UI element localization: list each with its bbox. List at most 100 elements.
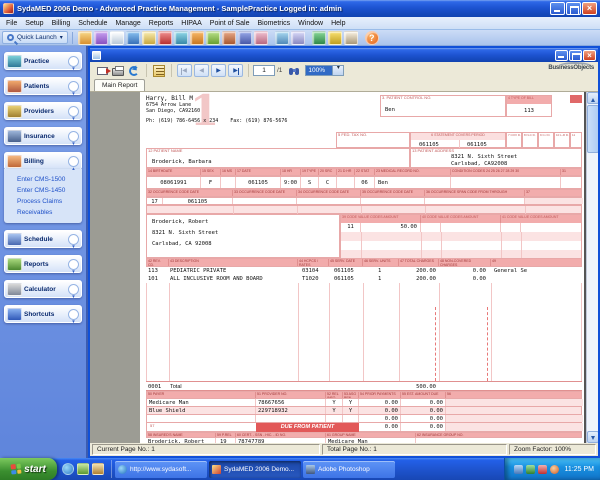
task-button-photoshop[interactable]: Adobe Photoshop [303,461,395,478]
sidebar-item-practice[interactable]: Practice [4,52,82,70]
scroll-up-button[interactable] [587,92,598,104]
menu-item-schedule[interactable]: Schedule [74,20,111,27]
ie-quicklaunch-icon[interactable] [62,463,74,475]
menu-item-point-of-sale[interactable]: Point of Sale [206,20,254,27]
toolbar-separator [171,64,172,77]
chevron-down-icon[interactable] [68,106,79,117]
column-header: 56 [446,392,583,398]
restore-button[interactable] [566,2,581,15]
previous-page-button[interactable] [194,64,209,77]
chevron-down-icon[interactable] [68,56,79,67]
menu-item-manage[interactable]: Manage [111,20,144,27]
print-button[interactable] [110,64,126,78]
sidebar-label: Patients [24,83,68,90]
chevron-down-icon[interactable] [68,131,79,142]
last-page-button[interactable] [228,64,243,77]
tray-icon[interactable] [526,465,535,474]
zoom-select[interactable]: 100% [305,65,344,76]
toolbar-icon[interactable] [344,31,358,45]
toolbar-icon[interactable] [238,31,252,45]
help-icon[interactable] [365,31,379,45]
search-button[interactable] [286,64,302,78]
menu-item-help[interactable]: Help [327,20,349,27]
report-close-button[interactable] [583,50,596,61]
group-tree-button[interactable] [151,64,167,78]
scroll-down-button[interactable] [587,431,598,443]
close-button[interactable] [582,2,597,15]
due-from-patient-banner: DUE FROM PATIENT [256,423,359,432]
desktop-quicklaunch-icon[interactable] [77,463,89,475]
toolbar-icon[interactable] [174,31,188,45]
toolbar-icon[interactable] [275,31,289,45]
refresh-button[interactable] [126,64,142,78]
chevron-down-icon[interactable] [68,234,79,245]
tab-main-report[interactable]: Main Report [94,79,145,91]
total-row: 0001 Total 500.00 [146,381,582,391]
service-line-row: 101 ALL INCLUSIVE ROOM AND BOARD T1020 0… [146,275,582,283]
toolbar-icon[interactable] [254,31,268,45]
toolbar-icon[interactable] [142,31,156,45]
chevron-down-icon[interactable] [68,284,79,295]
sidebar-item-shortcuts[interactable]: Shortcuts [4,305,82,323]
scroll-thumb[interactable] [587,105,598,153]
minimize-button[interactable] [550,2,565,15]
tray-icon[interactable] [550,465,559,474]
sidebar-item-providers[interactable]: Providers [4,102,82,120]
start-button[interactable]: start [0,458,57,480]
report-maximize-button[interactable] [569,50,582,61]
toolbar-icon[interactable] [312,31,326,45]
task-button-sydamed[interactable]: SydaMED 2006 Demo... [209,461,301,478]
tray-icon[interactable] [538,465,547,474]
chevron-down-icon[interactable] [68,309,79,320]
toolbar-icon[interactable] [78,31,92,45]
field-label: 13 PATIENT ADDRESS [411,149,581,154]
chevron-down-icon[interactable] [68,81,79,92]
sidebar-item-reports[interactable]: Reports [4,255,82,273]
chevron-up-icon[interactable] [68,156,79,167]
column-header: 54 PRIOR PAYMENTS [359,392,401,398]
sidebar-link-enter-cms-1450[interactable]: Enter CMS-1450 [17,185,82,196]
sidebar-item-insurance[interactable]: Insurance [4,127,82,145]
menu-item-billing[interactable]: Billing [48,20,75,27]
menu-item-file[interactable]: File [2,20,21,27]
chevron-down-icon[interactable] [68,259,79,270]
payer-provider-no: 78667656 [256,399,326,406]
media-quicklaunch-icon[interactable] [92,463,104,475]
task-label: http://www.sydasoft... [130,466,191,473]
menu-item-setup[interactable]: Setup [21,20,47,27]
task-button-browser[interactable]: http://www.sydasoft... [115,461,207,478]
export-button[interactable] [94,64,110,78]
page-total-label: /1 [277,67,282,74]
report-tab-bar: Main Report [90,79,598,92]
menu-item-hipaa[interactable]: HIPAA [177,20,206,27]
toolbar-icon[interactable] [158,31,172,45]
dropdown-arrow-icon[interactable] [332,66,343,75]
menu-item-reports[interactable]: Reports [145,20,178,27]
sidebar-item-calculator[interactable]: Calculator [4,280,82,298]
sidebar-item-billing[interactable]: Billing [4,152,82,170]
page-number-input[interactable]: 1 [253,65,275,76]
toolbar-icon[interactable] [291,31,305,45]
sidebar-item-schedule[interactable]: Schedule [4,230,82,248]
menu-item-biometrics[interactable]: Biometrics [253,20,294,27]
toolbar-icon[interactable] [94,31,108,45]
quick-launch-button[interactable]: Quick Launch [2,31,68,44]
sidebar-link-receivables[interactable]: Receivables [17,207,82,218]
next-page-button[interactable] [211,64,226,77]
sidebar-link-enter-cms-1500[interactable]: Enter CMS-1500 [17,174,82,185]
toolbar-icon[interactable] [190,31,204,45]
first-page-button[interactable] [177,64,192,77]
sidebar-item-patients[interactable]: Patients [4,77,82,95]
toolbar-icon[interactable] [206,31,220,45]
toolbar-icon[interactable] [110,31,124,45]
toolbar-icon[interactable] [328,31,342,45]
tray-icon[interactable] [514,465,523,474]
vertical-scrollbar[interactable] [586,92,598,443]
service-date: 061105 [334,276,354,282]
toolbar-icon[interactable] [126,31,140,45]
toolbar-icon[interactable] [222,31,236,45]
due-amount: 0.00 [401,423,446,431]
sidebar-link-process-claims[interactable]: Process Claims [17,196,82,207]
menu-item-window[interactable]: Window [294,20,327,27]
report-minimize-button[interactable] [555,50,568,61]
